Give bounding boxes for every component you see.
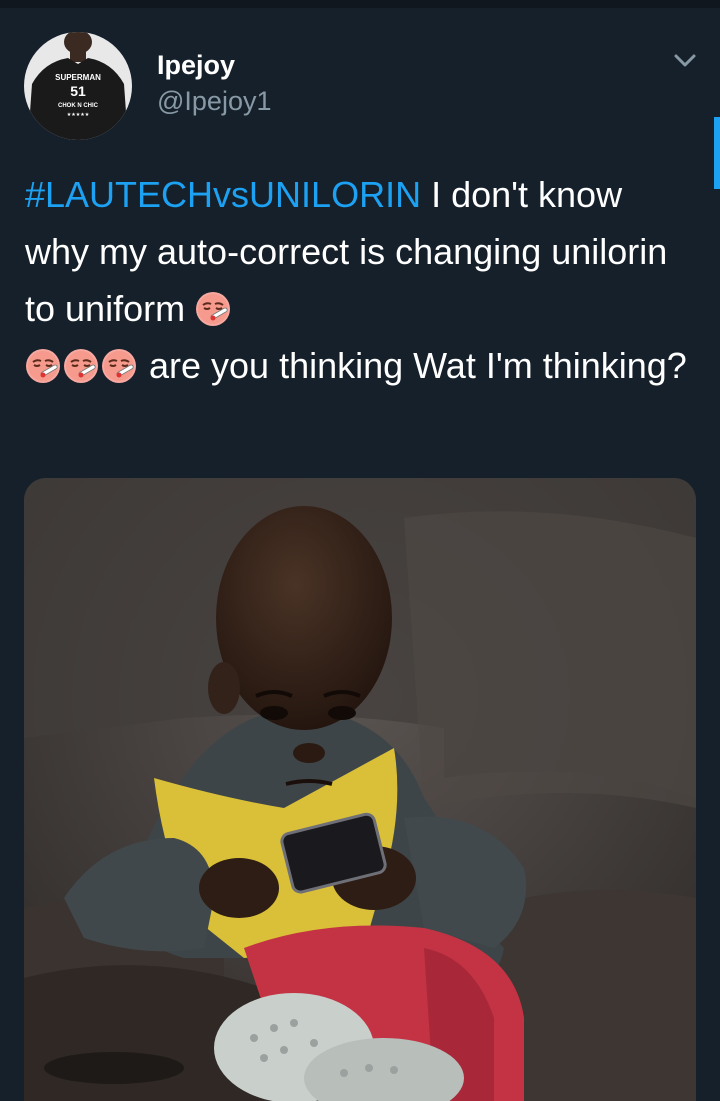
avatar-shirt-number: 51: [70, 83, 86, 99]
top-status-bar: [0, 0, 720, 8]
face-with-thermometer-emoji: [101, 343, 137, 383]
scrollbar-thumb[interactable]: [714, 117, 720, 189]
avatar-image: SUPERMAN 51 CHOK N CHIC ★★★★★: [24, 32, 132, 140]
hashtag-link[interactable]: #LAUTECHvsUNILORIN: [25, 174, 421, 215]
avatar-shirt-line2: CHOK N CHIC: [58, 103, 99, 109]
user-handle[interactable]: @Ipejoy1: [157, 84, 271, 118]
avatar-shirt-line1: SUPERMAN: [55, 73, 101, 82]
avatar[interactable]: SUPERMAN 51 CHOK N CHIC ★★★★★: [24, 32, 132, 140]
face-with-thermometer-emoji: [25, 343, 61, 383]
tweet-text-part2: are you thinking Wat I'm thinking?: [139, 345, 687, 386]
tweet-page: SUPERMAN 51 CHOK N CHIC ★★★★★ Ipejoy @Ip…: [0, 0, 720, 1101]
chevron-down-icon[interactable]: [670, 50, 700, 72]
display-name[interactable]: Ipejoy: [157, 48, 271, 82]
face-with-thermometer-emoji: [195, 286, 231, 326]
photo-child-holding-phone: [24, 478, 696, 1101]
face-with-thermometer-emoji: [63, 343, 99, 383]
tweet-text: #LAUTECHvsUNILORIN I don't know why my a…: [25, 166, 695, 394]
svg-text:★★★★★: ★★★★★: [67, 112, 90, 118]
user-info[interactable]: Ipejoy @Ipejoy1: [157, 48, 271, 118]
tweet-media-photo[interactable]: [24, 478, 696, 1101]
